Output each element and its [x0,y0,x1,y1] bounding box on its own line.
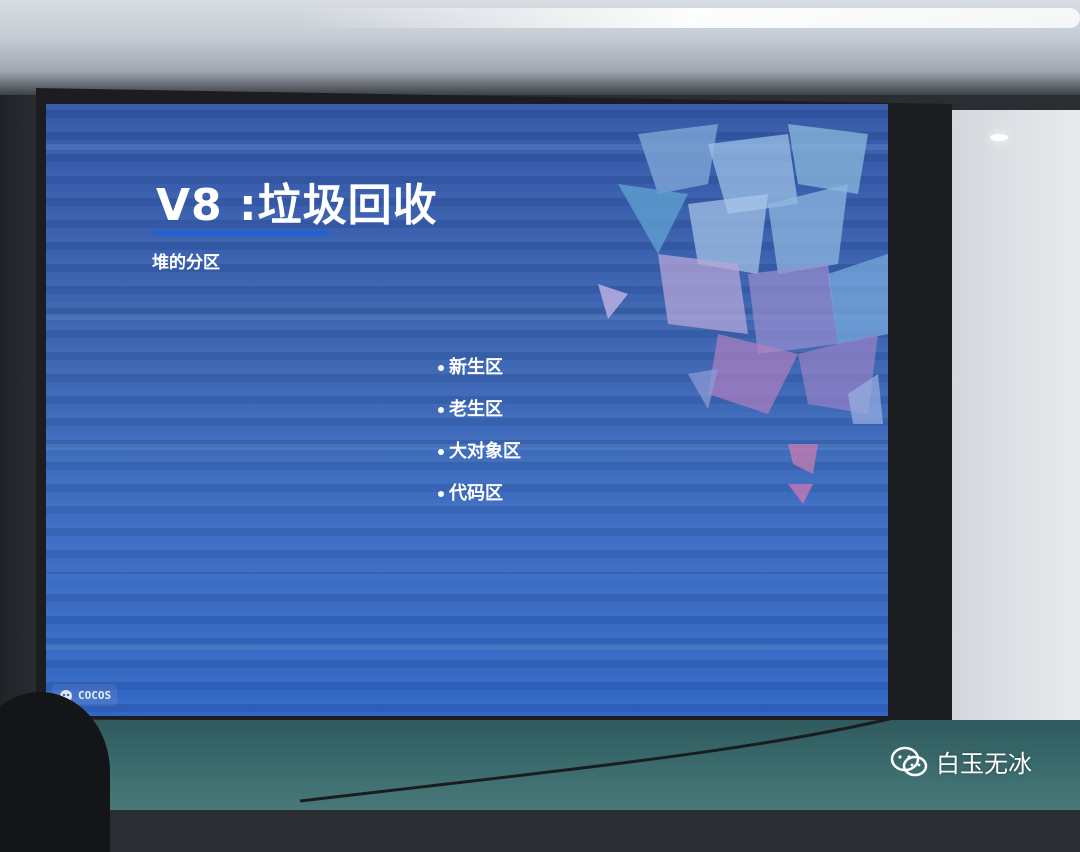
bullet-text: 老生区 [449,399,503,420]
bullet-dot-icon [438,365,444,371]
bullet-dot-icon [438,491,444,497]
room-photo: V8 :垃圾回收 堆的分区 新生区 老生区 大对象区 代码区 COCOS 白玉无… [0,0,1080,852]
projection-screen: V8 :垃圾回收 堆的分区 新生区 老生区 大对象区 代码区 COCOS [46,104,888,716]
ceiling [0,0,1080,95]
bullet-item: 大对象区 [438,431,521,473]
right-wall [948,110,1080,720]
wechat-icon [890,746,928,776]
bullet-text: 代码区 [449,483,503,504]
bullet-text: 大对象区 [449,441,521,462]
cocos-logo-text: COCOS [78,688,112,702]
bullet-item: 代码区 [438,473,521,515]
downlight-icon [990,134,1008,141]
bullet-dot-icon [438,407,444,413]
bullet-text: 新生区 [449,357,503,378]
bullet-dot-icon [438,449,444,455]
watermark: 白玉无冰 [890,744,1032,779]
slide-subtitle: 堆的分区 [152,253,220,273]
ceiling-light [300,8,1080,28]
bullet-list: 新生区 老生区 大对象区 代码区 [438,347,521,515]
bullet-item: 老生区 [438,389,521,431]
slide-title: V8 :垃圾回收 [156,180,438,231]
title-underline [154,231,329,235]
floor-cable [300,706,941,803]
scan-band [46,574,888,580]
bullet-item: 新生区 [438,347,521,389]
decorative-shards [598,124,888,504]
scan-band [46,644,888,650]
watermark-text: 白玉无冰 [936,750,1032,778]
